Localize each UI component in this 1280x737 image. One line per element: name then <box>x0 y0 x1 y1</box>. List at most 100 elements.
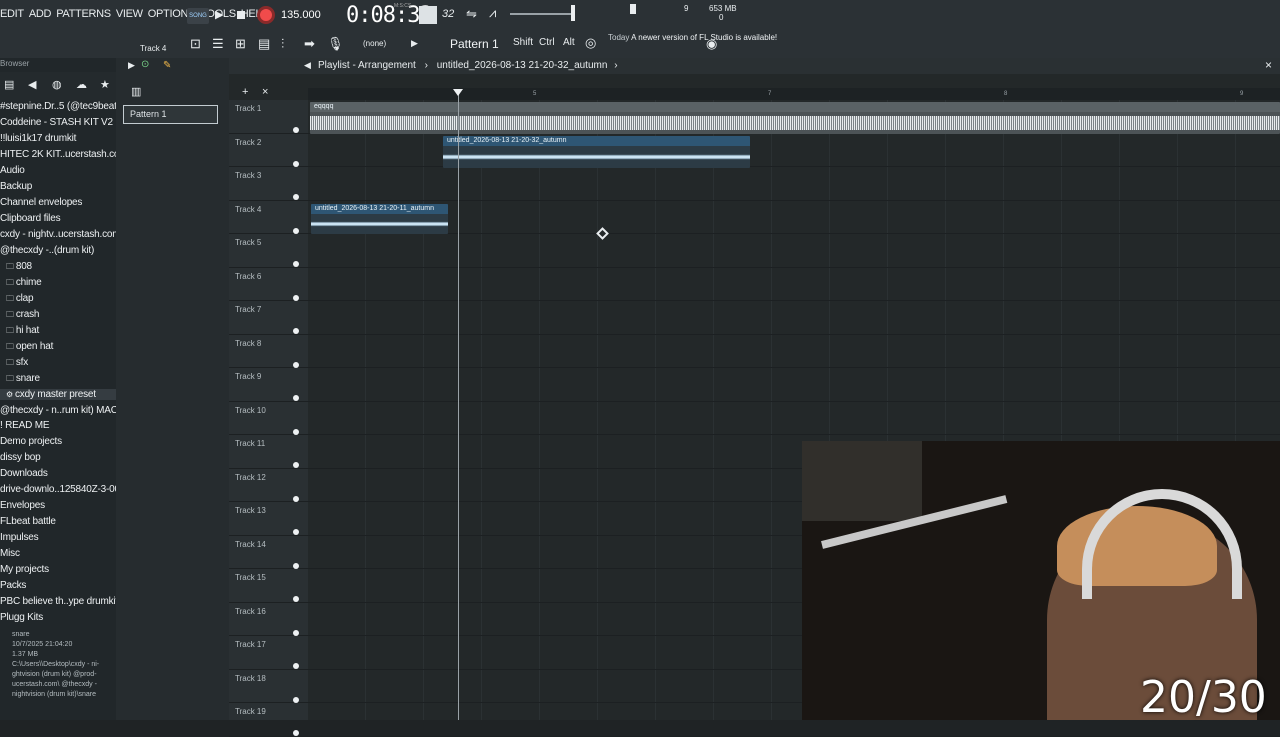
pattern-list-item[interactable]: Pattern 1 <box>123 105 218 124</box>
track-mute-toggle[interactable] <box>293 596 299 602</box>
browser-item[interactable]: Impulses <box>0 532 39 543</box>
browser-item[interactable]: FLbeat battle <box>0 516 56 527</box>
track-mute-toggle[interactable] <box>293 462 299 468</box>
track-mute-toggle[interactable] <box>293 294 299 301</box>
mixer-icon[interactable]: ⫶ <box>281 36 284 52</box>
track-mute-toggle[interactable] <box>293 428 299 435</box>
track-name[interactable]: Track 16 <box>235 607 266 616</box>
update-hint[interactable]: Today A newer version of FL Studio is av… <box>608 33 777 43</box>
play-icon[interactable]: ▶ <box>215 8 227 22</box>
track-mute-toggle[interactable] <box>293 395 299 401</box>
track-mute-toggle[interactable] <box>293 328 299 334</box>
browser-item[interactable]: Envelopes <box>0 500 45 511</box>
browser-item[interactable]: HITEC 2K KIT..ucerstash.com <box>0 149 128 160</box>
track-mute-toggle[interactable] <box>293 361 299 368</box>
browser-item[interactable]: @thecxdy - n..rum kit) MAC <box>0 405 118 416</box>
track-name[interactable]: Track 1 <box>235 104 261 113</box>
audio-clip[interactable]: untitled_2026-08-13 21-20-32_autumn <box>443 136 750 168</box>
track-name[interactable]: Track 3 <box>235 171 261 180</box>
track-name[interactable]: Track 12 <box>235 473 266 482</box>
link-icon[interactable]: ⊡ <box>190 36 201 52</box>
track-name[interactable]: Track 8 <box>235 339 261 348</box>
remove-icon[interactable]: × <box>262 86 268 98</box>
track-mute-toggle[interactable] <box>293 495 299 502</box>
playlist-arrow-icon[interactable]: ◀ <box>304 60 311 71</box>
playhead[interactable] <box>458 92 459 720</box>
file-icon[interactable]: ▤ <box>4 78 14 91</box>
track-name[interactable]: Track 6 <box>235 272 261 281</box>
browser-item[interactable]: Plugg Kits <box>0 612 43 623</box>
playhead-marker-icon[interactable] <box>453 89 463 96</box>
audio-clip[interactable]: eqqqq <box>310 102 1280 134</box>
track-name[interactable]: Track 11 <box>235 439 265 448</box>
browser-item[interactable]: 🗀 sfx <box>0 357 28 371</box>
magnet-icon[interactable]: ⊙ <box>141 59 149 70</box>
track-mute-toggle[interactable] <box>293 730 299 736</box>
browser-item[interactable]: 🗀 clap <box>0 293 34 307</box>
browser-item[interactable]: Downloads <box>0 468 48 479</box>
track-name[interactable]: Track 4 <box>235 205 261 214</box>
browser-item[interactable]: !!luisi1k17 drumkit <box>0 133 76 144</box>
master-volume-knob[interactable] <box>571 5 575 21</box>
alt-key[interactable]: Alt <box>563 37 575 48</box>
browser-item[interactable]: dissy bop <box>0 452 41 463</box>
browser-item[interactable]: Audio <box>0 165 25 176</box>
browser-item[interactable]: 🗀 crash <box>0 309 40 323</box>
browser-item[interactable]: Backup <box>0 181 32 192</box>
track-name[interactable]: Track 5 <box>235 238 261 247</box>
browser-item[interactable]: Channel envelopes <box>0 197 82 208</box>
close-icon[interactable]: × <box>1265 58 1272 72</box>
shift-key[interactable]: Shift <box>513 37 533 48</box>
cloud-icon[interactable]: ☁ <box>76 78 87 91</box>
track-mute-toggle[interactable] <box>293 227 299 234</box>
track-name[interactable]: Track 9 <box>235 372 261 381</box>
track-name[interactable]: Track 15 <box>235 573 266 582</box>
step-display[interactable]: 32 <box>442 8 454 20</box>
loop-icon[interactable]: ⇋ <box>466 6 477 22</box>
menu-patterns[interactable]: PATTERNS <box>56 8 111 20</box>
pattern-pad-icon[interactable] <box>419 6 437 24</box>
menu-view[interactable]: VIEW <box>116 8 143 20</box>
track-mute-toggle[interactable] <box>293 562 299 569</box>
track-name[interactable]: Track 19 <box>235 707 266 716</box>
browser-item[interactable]: @thecxdy -..(drum kit) <box>0 245 94 256</box>
track-name[interactable]: Track 14 <box>235 540 266 549</box>
browser-item[interactable]: My projects <box>0 564 49 575</box>
track-mute-toggle[interactable] <box>293 629 299 636</box>
stop-icon[interactable] <box>237 11 245 19</box>
chevron-right-icon[interactable]: ▶ <box>411 38 418 49</box>
audio-clip[interactable]: untitled_2026-08-13 21-20-11_autumn <box>311 204 448 234</box>
channel-rack-icon[interactable]: ▤ <box>258 36 270 52</box>
snap-select[interactable]: (none) <box>363 39 386 48</box>
browser-item[interactable]: 🗀 snare <box>0 373 40 387</box>
master-volume-slider[interactable] <box>510 13 572 15</box>
track-name[interactable]: Track 10 <box>235 406 266 415</box>
track-mute-toggle[interactable] <box>293 127 299 133</box>
menu-edit[interactable]: EDIT <box>0 8 24 20</box>
menu-add[interactable]: ADD <box>29 8 52 20</box>
metronome-icon[interactable]: ⩘ <box>489 5 496 21</box>
browser-item[interactable]: 🗀 hi hat <box>0 325 39 339</box>
browser-item[interactable]: Coddeine - STASH KIT V2 I <box>0 117 118 128</box>
news-icon[interactable]: ◎ <box>585 35 596 51</box>
track-mute-toggle[interactable] <box>293 160 299 167</box>
browser-item[interactable]: Packs <box>0 580 26 591</box>
piano-roll-icon[interactable]: ⊞ <box>235 36 246 52</box>
browser-item[interactable]: Misc <box>0 548 20 559</box>
back-icon[interactable]: ◀ <box>28 78 36 91</box>
browser-item[interactable]: ! READ ME <box>0 420 50 431</box>
browser-item[interactable]: 🗀 808 <box>0 261 32 275</box>
tempo-display[interactable]: 135.000 <box>281 9 321 21</box>
track-name[interactable]: Track 2 <box>235 138 261 147</box>
browser-item[interactable]: #stepnine.Dr..5 (@tec9beat) <box>0 101 120 112</box>
track-name[interactable]: Track 7 <box>235 305 261 314</box>
browser-item[interactable]: drive-downlo..125840Z-3-001 <box>0 484 125 495</box>
track-name[interactable]: Track 18 <box>235 674 266 683</box>
pattern-selector[interactable]: Pattern 1 <box>450 37 499 51</box>
list-icon[interactable]: ☰ <box>212 36 224 52</box>
song-mode-toggle[interactable]: SONG <box>187 8 209 24</box>
mic-icon[interactable]: 🎙 <box>327 36 344 52</box>
star-icon[interactable]: ★ <box>100 78 110 91</box>
browser-item[interactable]: PBC believe th..ype drumkit 1 <box>0 596 126 607</box>
globe-icon[interactable]: ◉ <box>706 36 717 52</box>
